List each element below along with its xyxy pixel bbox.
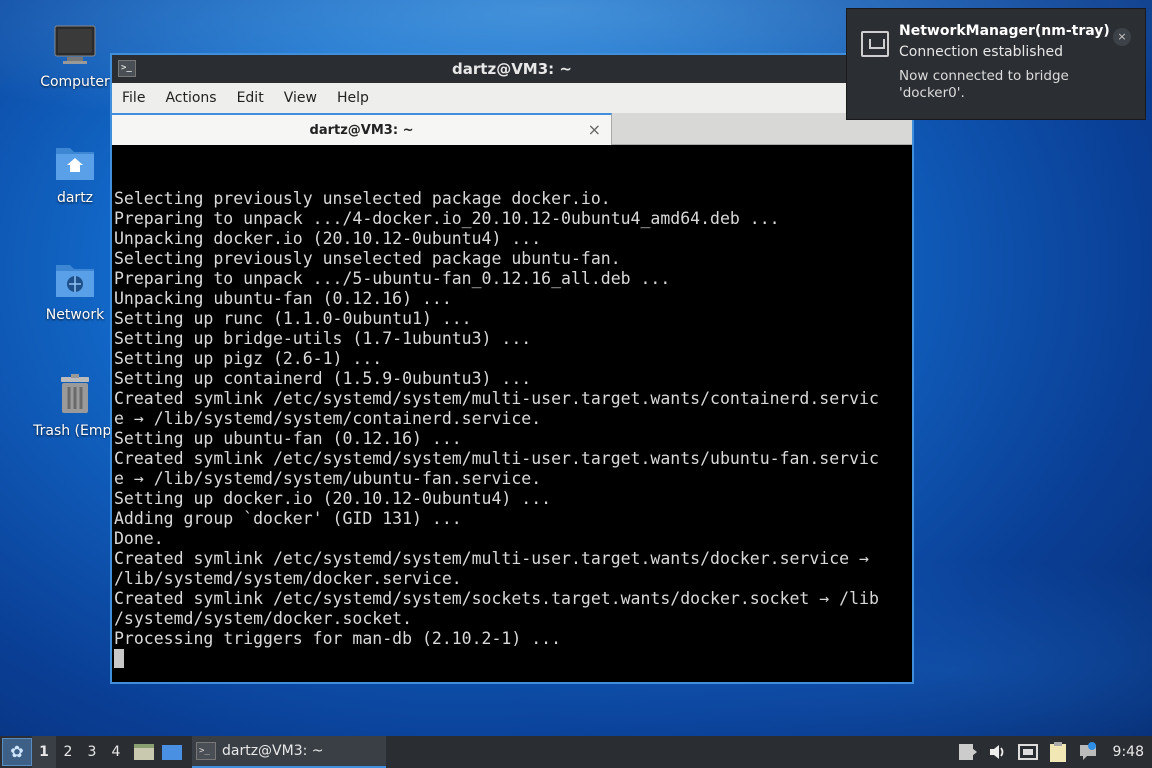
terminal-line: Setting up runc (1.1.0-0ubuntu1) ...	[114, 309, 472, 328]
workspace-2[interactable]: 2	[56, 736, 80, 768]
lubuntu-logo-icon: ✿	[10, 742, 24, 761]
menubar: File Actions Edit View Help	[112, 83, 912, 113]
network-icon[interactable]	[1017, 741, 1039, 763]
system-tray: 9:48	[949, 741, 1152, 763]
terminal-line: Setting up bridge-utils (1.7-1ubuntu3) .…	[114, 329, 532, 348]
notification-body: Now connected to bridge 'docker0'.	[899, 68, 1069, 101]
terminal-line: e → /lib/systemd/system/ubuntu-fan.servi…	[114, 469, 542, 488]
window-titlebar[interactable]: >_ dartz@VM3: ~	[112, 55, 912, 83]
terminal-line: Setting up pigz (2.6-1) ...	[114, 349, 383, 368]
menu-edit[interactable]: Edit	[233, 90, 274, 106]
text-cursor	[114, 649, 124, 668]
menu-actions[interactable]: Actions	[161, 90, 226, 106]
network-folder-icon	[53, 257, 97, 301]
menu-help[interactable]: Help	[333, 90, 379, 106]
notification-center-icon[interactable]	[1077, 741, 1099, 763]
notification-title: NetworkManager(nm-tray)	[899, 23, 1110, 39]
computer-icon	[53, 24, 97, 68]
terminal-line: Setting up containerd (1.5.9-0ubuntu3) .…	[114, 369, 532, 388]
clipboard-icon[interactable]	[1047, 741, 1069, 763]
terminal-line: Adding group `docker' (GID 131) ...	[114, 509, 462, 528]
terminal-line: Selecting previously unselected package …	[114, 189, 611, 208]
network-wired-icon	[861, 31, 889, 57]
terminal-line: /systemd/system/docker.socket.	[114, 609, 413, 628]
notification-popup[interactable]: NetworkManager(nm-tray) Connection estab…	[846, 8, 1146, 120]
taskbar-task-terminal[interactable]: >_ dartz@VM3: ~	[192, 736, 386, 768]
terminal-line: Preparing to unpack .../5-ubuntu-fan_0.1…	[114, 269, 671, 288]
menu-view[interactable]: View	[280, 90, 327, 106]
menu-file[interactable]: File	[118, 90, 155, 106]
tab-label: dartz@VM3: ~	[309, 122, 414, 138]
workspace-4[interactable]: 4	[104, 736, 128, 768]
workspace-1[interactable]: 1	[32, 736, 56, 768]
terminal-output[interactable]: Selecting previously unselected package …	[112, 145, 912, 684]
clock[interactable]: 9:48	[1113, 744, 1144, 760]
terminal-icon: >_	[196, 742, 216, 760]
terminal-line: Created symlink /etc/systemd/system/mult…	[114, 449, 879, 468]
notification-subtitle: Connection established	[899, 44, 1063, 60]
file-manager-icon[interactable]	[132, 740, 156, 764]
update-notifier-icon[interactable]	[957, 741, 979, 763]
terminal-line: Processing triggers for man-db (2.10.2-1…	[114, 629, 562, 648]
close-icon[interactable]: ×	[1113, 28, 1131, 46]
terminal-line: Created symlink /etc/systemd/system/mult…	[114, 389, 879, 408]
start-menu-button[interactable]: ✿	[2, 738, 32, 766]
terminal-line: Selecting previously unselected package …	[114, 249, 621, 268]
terminal-line: /lib/systemd/system/docker.service.	[114, 569, 462, 588]
taskbar: ✿ 1 2 3 4 >_ dartz@VM3: ~ 9:48	[0, 736, 1152, 768]
home-folder-icon	[53, 140, 97, 184]
terminal-line: Preparing to unpack .../4-docker.io_20.1…	[114, 209, 780, 228]
terminal-line: Unpacking ubuntu-fan (0.12.16) ...	[114, 289, 452, 308]
tab-bar: dartz@VM3: ~ ×	[112, 113, 912, 145]
terminal-line: Setting up ubuntu-fan (0.12.16) ...	[114, 429, 462, 448]
terminal-line: e → /lib/systemd/system/containerd.servi…	[114, 409, 542, 428]
tab-terminal[interactable]: dartz@VM3: ~ ×	[112, 113, 612, 145]
close-icon[interactable]: ×	[588, 120, 601, 139]
terminal-window[interactable]: >_ dartz@VM3: ~ File Actions Edit View H…	[110, 53, 914, 684]
window-title: dartz@VM3: ~	[452, 60, 572, 78]
terminal-line: Done.	[114, 529, 164, 548]
terminal-line: Unpacking docker.io (20.10.12-0ubuntu4) …	[114, 229, 542, 248]
trash-icon	[53, 373, 97, 417]
task-label: dartz@VM3: ~	[222, 743, 324, 759]
workspace-3[interactable]: 3	[80, 736, 104, 768]
volume-icon[interactable]	[987, 741, 1009, 763]
terminal-line: Setting up docker.io (20.10.12-0ubuntu4)…	[114, 489, 552, 508]
show-desktop-icon[interactable]	[160, 740, 184, 764]
terminal-icon[interactable]: >_	[118, 60, 136, 77]
terminal-line: Created symlink /etc/systemd/system/mult…	[114, 549, 869, 568]
terminal-line: Created symlink /etc/systemd/system/sock…	[114, 589, 879, 608]
